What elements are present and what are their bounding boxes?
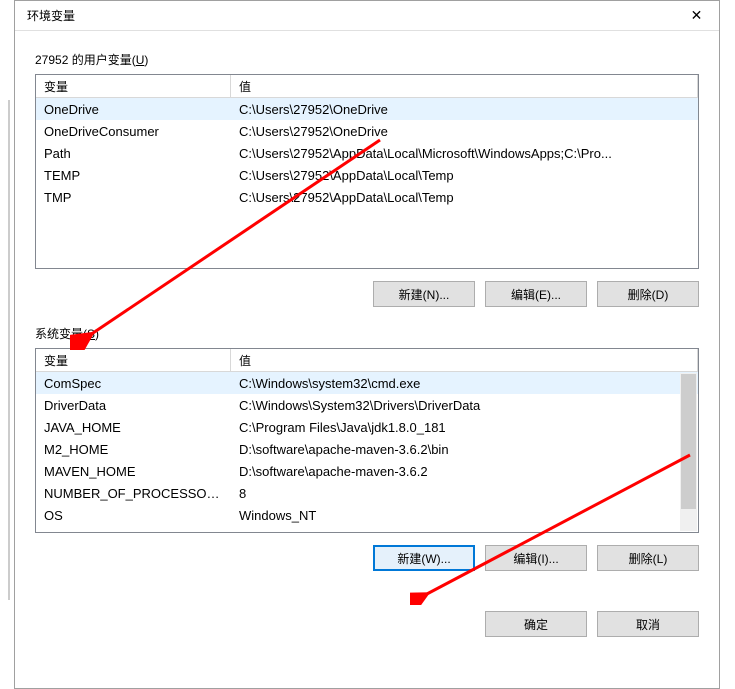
system-vars-buttons: 新建(W)... 编辑(I)... 删除(L) (35, 545, 699, 571)
table-header: 变量 值 (36, 349, 698, 372)
var-name: Path (36, 144, 231, 163)
var-name: NUMBER_OF_PROCESSORS (36, 484, 231, 503)
page-edge-decoration (0, 100, 10, 600)
var-name: OneDrive (36, 100, 231, 119)
user-vars-label: 27952 的用户变量(U) (35, 51, 699, 68)
table-row[interactable]: PathC:\Users\27952\AppData\Local\Microso… (36, 142, 698, 164)
col-value[interactable]: 值 (231, 75, 698, 97)
var-value: C:\Windows\System32\Drivers\DriverData (231, 396, 698, 415)
var-value: C:\Users\27952\AppData\Local\Temp (231, 188, 698, 207)
table-row[interactable]: ComSpecC:\Windows\system32\cmd.exe (36, 372, 698, 394)
user-vars-body: OneDriveC:\Users\27952\OneDriveOneDriveC… (36, 98, 698, 268)
table-row[interactable]: OneDriveC:\Users\27952\OneDrive (36, 98, 698, 120)
user-delete-button[interactable]: 删除(D) (597, 281, 699, 307)
table-row[interactable]: OneDriveConsumerC:\Users\27952\OneDrive (36, 120, 698, 142)
var-name: DriverData (36, 396, 231, 415)
var-name: MAVEN_HOME (36, 462, 231, 481)
close-icon: ✕ (691, 7, 703, 24)
var-value: Windows_NT (231, 506, 698, 525)
table-row[interactable]: DriverDataC:\Windows\System32\Drivers\Dr… (36, 394, 698, 416)
scroll-thumb[interactable] (681, 374, 696, 509)
user-vars-table[interactable]: 变量 值 OneDriveC:\Users\27952\OneDriveOneD… (35, 74, 699, 269)
title-bar: 环境变量 ✕ (15, 1, 719, 31)
var-value: D:\software\apache-maven-3.6.2\bin (231, 440, 698, 459)
cancel-button[interactable]: 取消 (597, 611, 699, 637)
ok-button[interactable]: 确定 (485, 611, 587, 637)
var-value: C:\Users\27952\OneDrive (231, 122, 698, 141)
var-value: 8 (231, 484, 698, 503)
user-new-button[interactable]: 新建(N)... (373, 281, 475, 307)
system-new-button[interactable]: 新建(W)... (373, 545, 475, 571)
table-row[interactable]: TMPC:\Users\27952\AppData\Local\Temp (36, 186, 698, 208)
dialog-content: 27952 的用户变量(U) 变量 值 OneDriveC:\Users\279… (15, 31, 719, 581)
system-vars-body: ComSpecC:\Windows\system32\cmd.exeDriver… (36, 372, 698, 532)
system-vars-label: 系统变量(S) (35, 325, 699, 342)
close-button[interactable]: ✕ (674, 1, 719, 30)
var-name: TEMP (36, 166, 231, 185)
user-edit-button[interactable]: 编辑(E)... (485, 281, 587, 307)
user-vars-buttons: 新建(N)... 编辑(E)... 删除(D) (35, 281, 699, 307)
table-row[interactable]: M2_HOMED:\software\apache-maven-3.6.2\bi… (36, 438, 698, 460)
col-variable[interactable]: 变量 (36, 75, 231, 97)
var-value: C:\Program Files\Java\jdk1.8.0_181 (231, 418, 698, 437)
var-value: C:\Users\27952\AppData\Local\Temp (231, 166, 698, 185)
table-row[interactable]: OSWindows_NT (36, 504, 698, 526)
table-row[interactable]: MAVEN_HOMED:\software\apache-maven-3.6.2 (36, 460, 698, 482)
table-header: 变量 值 (36, 75, 698, 98)
system-delete-button[interactable]: 删除(L) (597, 545, 699, 571)
table-row[interactable]: JAVA_HOMEC:\Program Files\Java\jdk1.8.0_… (36, 416, 698, 438)
var-name: OS (36, 506, 231, 525)
var-name: ComSpec (36, 374, 231, 393)
var-name: M2_HOME (36, 440, 231, 459)
var-name: JAVA_HOME (36, 418, 231, 437)
col-variable[interactable]: 变量 (36, 349, 231, 371)
var-value: C:\Users\27952\OneDrive (231, 100, 698, 119)
var-name: OneDriveConsumer (36, 122, 231, 141)
system-vars-table[interactable]: 变量 值 ComSpecC:\Windows\system32\cmd.exeD… (35, 348, 699, 533)
system-edit-button[interactable]: 编辑(I)... (485, 545, 587, 571)
col-value[interactable]: 值 (231, 349, 698, 371)
var-name: TMP (36, 188, 231, 207)
table-row[interactable]: TEMPC:\Users\27952\AppData\Local\Temp (36, 164, 698, 186)
var-value: D:\software\apache-maven-3.6.2 (231, 462, 698, 481)
scrollbar[interactable] (680, 373, 697, 531)
env-var-dialog: 环境变量 ✕ 27952 的用户变量(U) 变量 值 OneDriveC:\Us… (14, 0, 720, 689)
table-row[interactable]: NUMBER_OF_PROCESSORS8 (36, 482, 698, 504)
dialog-title: 环境变量 (27, 7, 75, 24)
var-value: C:\Users\27952\AppData\Local\Microsoft\W… (231, 144, 698, 163)
var-value: C:\Windows\system32\cmd.exe (231, 374, 698, 393)
dialog-buttons: 确定 取消 (15, 581, 719, 652)
